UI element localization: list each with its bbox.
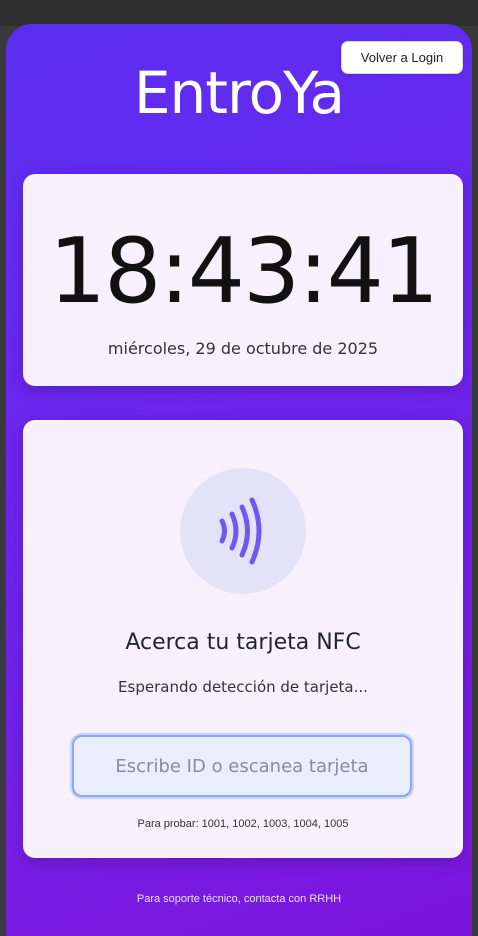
clock-date: miércoles, 29 de octubre de 2025 (107, 339, 379, 358)
nfc-card: Acerca tu tarjeta NFC Esperando detecció… (23, 420, 463, 858)
nfc-status-text: Esperando detección de tarjeta... (118, 678, 368, 696)
clock-time: 18:43:41 (48, 219, 439, 324)
card-id-input[interactable] (72, 735, 412, 797)
clock-card: 18:43:41 miércoles, 29 de octubre de 202… (23, 174, 463, 386)
app-screen: Volver a Login EntroYa 18:43:41 miércole… (6, 24, 472, 936)
test-ids-hint: Para probar: 1001, 1002, 1003, 1004, 100… (137, 818, 349, 830)
support-footer: Para soporte técnico, contacta con RRHH (136, 893, 342, 905)
nfc-waves-icon (219, 497, 262, 565)
window-top-strip (0, 0, 478, 26)
nfc-icon-circle (180, 468, 306, 594)
nfc-title: Acerca tu tarjeta NFC (125, 630, 361, 655)
app-title: EntroYa (133, 59, 345, 127)
